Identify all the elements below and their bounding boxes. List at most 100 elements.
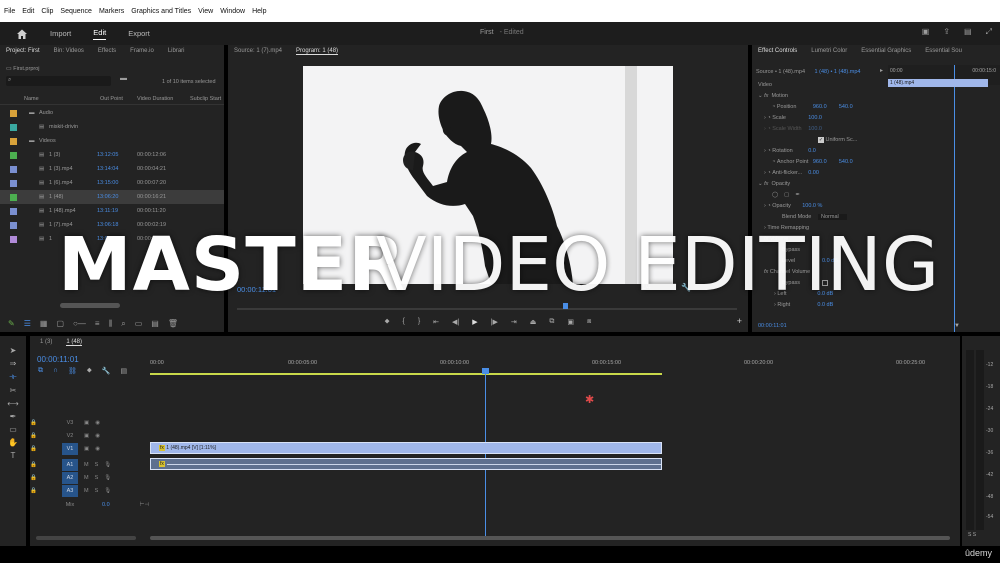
go-to-out-icon[interactable]: ⇥ [511,318,517,330]
mic-icon[interactable]: 🎙 [104,488,111,494]
solo-icon[interactable]: S [95,462,99,468]
track-v1-label[interactable]: V1 [62,442,78,455]
mute-icon[interactable]: M [84,488,89,494]
anchor-x[interactable]: 960.0 [813,159,839,165]
project-row[interactable]: ▬ Videos [0,134,224,148]
label-color-swatch[interactable] [10,165,17,173]
button-editor-icon[interactable]: + [737,316,742,326]
mute-icon[interactable]: M [84,462,89,468]
mark-in-icon[interactable]: { [402,318,404,330]
lock-icon[interactable]: 🔒 [30,420,52,426]
lock-icon[interactable]: 🔒 [30,462,52,468]
project-search-input[interactable]: ⌕ [6,76,111,86]
col-subclip[interactable]: Subclip Start [190,96,221,102]
selection-tool-icon[interactable]: ➤ [10,346,17,355]
lock-icon[interactable]: 🔒 [30,433,52,439]
eye-icon[interactable]: ◉ [95,446,100,452]
panel-toggle-icon[interactable]: ▣ [922,27,930,37]
trash-icon[interactable]: 🗑 [168,319,178,328]
meter-solo[interactable]: S S [968,532,976,538]
eye-icon[interactable]: ◉ [95,433,100,439]
track-scrollbar[interactable] [36,536,136,540]
menu-graphics[interactable]: Graphics and Titles [131,8,191,15]
opacity-value[interactable]: 100.0 % [802,203,822,209]
track-v2-label[interactable]: V2 [62,430,78,442]
slip-icon[interactable]: ⟷ [7,399,18,408]
col-name[interactable]: Name [24,96,39,102]
label-color-swatch[interactable] [10,193,17,201]
effect-clip-label[interactable]: 1 (48) • 1 (48).mp4 [815,69,861,75]
menu-help[interactable]: Help [252,8,266,15]
sync-icon[interactable]: ▣ [84,420,89,426]
rotation-value[interactable]: 0.0 [808,148,816,154]
effect-bottom-time[interactable]: 00:00:11:01 [758,323,787,329]
zoom-slider-icon[interactable]: ○— [73,319,86,328]
track-select-icon[interactable]: ⇒ [10,359,17,368]
mix-value[interactable]: 0.0 [102,502,110,508]
tab-import[interactable]: Import [50,29,71,38]
lock-icon[interactable]: 🔒 [30,446,52,452]
list-view-icon[interactable]: ☰ [24,319,31,328]
snap-icon[interactable]: ∩ [53,367,58,375]
stopwatch-icon[interactable]: ◔ [772,104,775,110]
nest-icon[interactable]: ⧉ [38,367,43,375]
find-icon[interactable]: ⌕ [121,319,125,329]
project-row[interactable]: ▬ Audio [0,106,224,120]
fullscreen-icon[interactable]: ⤢ [986,27,992,37]
scale-width-value[interactable]: 100.0 [808,126,822,132]
menu-sequence[interactable]: Sequence [60,8,92,15]
label-color-swatch[interactable] [10,151,17,159]
filter-icon[interactable]: ▼ [954,323,960,329]
automate-icon[interactable]: ⫼ [109,319,113,329]
menu-file[interactable]: File [4,8,15,15]
home-icon[interactable] [16,28,28,40]
compare-view-icon[interactable]: ⧈ [587,318,591,330]
menu-window[interactable]: Window [220,8,245,15]
tab-essential-sound[interactable]: Essential Sou [925,48,962,54]
tab-export[interactable]: Export [128,29,150,38]
speech-icon[interactable]: ▤ [964,27,972,37]
solo-icon[interactable]: S [95,488,99,494]
label-color-swatch[interactable] [10,207,17,215]
track-a2-label[interactable]: A2 [62,471,78,484]
seq-tab-1[interactable]: 1 (3) [40,339,52,345]
mark-out-icon[interactable]: } [418,318,420,330]
captions-icon[interactable]: ▤ [121,367,128,375]
lock-icon[interactable]: 🔒 [30,488,52,494]
track-a1-label[interactable]: A1 [62,458,78,471]
marker-icon[interactable]: ⬥ [87,367,92,375]
rectangle-tool-icon[interactable]: ▭ [9,425,17,434]
new-bin-bottom-icon[interactable]: ▭ [135,319,143,328]
add-marker-icon[interactable]: ⬥ [385,318,390,330]
project-row[interactable]: ▤ 1 (6).mp4 13:15:00 00:00:07:20 [0,176,224,190]
timeline-timecode[interactable]: 00:00:11:01 [37,355,79,364]
tab-frameio[interactable]: Frame.io [130,48,154,54]
project-row[interactable]: ▤ miskit-drivin [0,120,224,134]
menu-edit[interactable]: Edit [22,8,34,15]
ripple-edit-icon[interactable]: ⟛ [9,372,16,382]
menu-clip[interactable]: Clip [41,8,53,15]
tab-essential-graphics[interactable]: Essential Graphics [861,48,911,54]
export-frame-icon[interactable]: ▣ [567,318,574,330]
rect-mask-icon[interactable]: ▢ [784,192,789,198]
label-color-swatch[interactable] [10,137,17,145]
timeline-ruler[interactable]: 00:00 00:00:05:00 00:00:10:00 00:00:15:0… [150,354,950,376]
new-bin-icon[interactable]: ▬ [120,75,127,82]
motion-row[interactable]: ⌄ fx Motion [752,90,888,101]
track-v3-label[interactable]: V3 [62,417,78,429]
tab-source[interactable]: Source: 1 (7).mp4 [234,48,282,54]
pen-mask-icon[interactable]: ✒ [795,192,800,198]
flicker-value[interactable]: 0.00 [808,170,819,176]
video-clip[interactable]: fx 1 (48).mp4 [V] [1:11%] [150,442,662,454]
pencil-icon[interactable]: ✎ [8,319,15,328]
col-duration[interactable]: Video Duration [137,96,173,102]
project-row[interactable]: ▤ 1 (3).mp4 13:14:04 00:00:04:21 [0,162,224,176]
blend-select[interactable]: Normal [818,213,847,220]
scale-value[interactable]: 100.0 [808,115,822,121]
sort-icon[interactable]: ≡ [95,319,100,328]
play-icon[interactable]: ▶ [472,318,477,330]
tab-lumetri[interactable]: Lumetri Color [811,48,847,54]
lock-icon[interactable]: 🔒 [30,475,52,481]
effect-clip-bar[interactable]: 1 (48).mp4 [888,79,988,87]
go-to-in-icon[interactable]: ⇤ [433,318,439,330]
